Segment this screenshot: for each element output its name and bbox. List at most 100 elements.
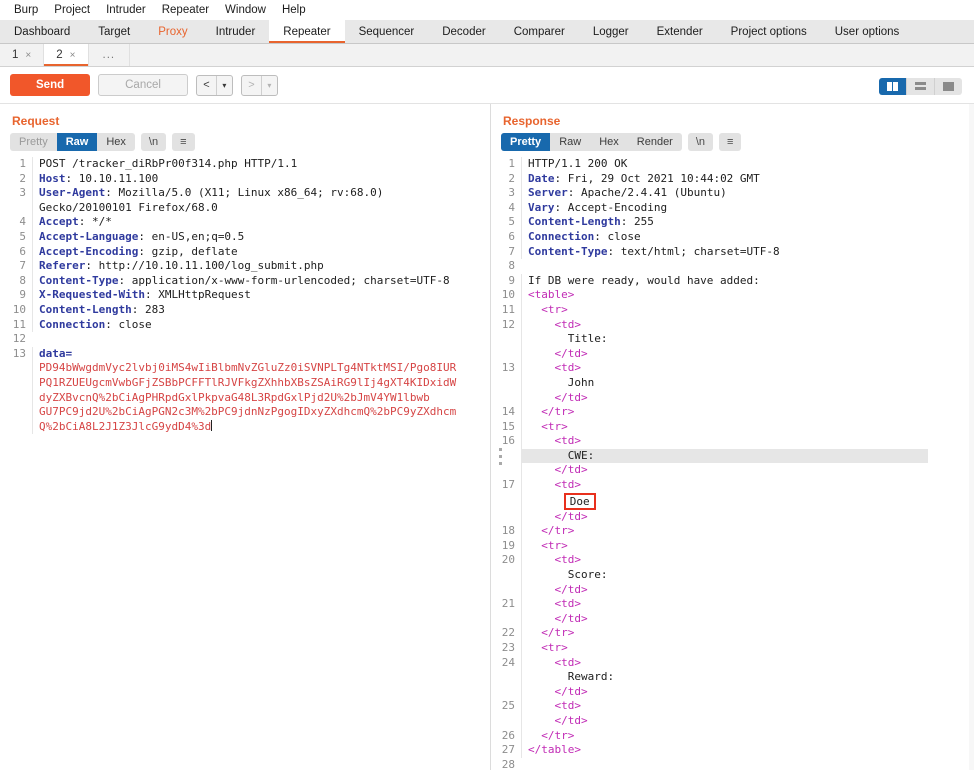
line-content: Gecko/20100101 Firefox/68.0 <box>32 200 490 216</box>
tab-logger[interactable]: Logger <box>579 20 643 43</box>
code-line: 18 </tr> <box>491 524 974 539</box>
request-format-pretty[interactable]: Pretty <box>10 133 57 151</box>
line-number: 24 <box>501 655 515 669</box>
go-back-button[interactable]: < ▾ <box>195 74 233 96</box>
line-content: Connection: close <box>32 317 490 333</box>
line-content: Host: 10.10.11.100 <box>32 171 490 187</box>
request-menu-button[interactable]: ≡ <box>172 133 195 151</box>
code-token: </td> <box>554 582 588 596</box>
line-content: <tr> <box>521 419 974 435</box>
response-newline-button[interactable]: \n <box>687 133 714 151</box>
line-number: 6 <box>508 229 515 243</box>
code-token: <td> <box>554 478 582 492</box>
side-by-side-icon[interactable] <box>879 78 907 95</box>
line-number: 1 <box>508 157 515 170</box>
response-editor[interactable]: 1 HTTP/1.1 200 OK 2 Date: Fri, 29 Oct 2021 … <box>491 157 974 770</box>
menu-item-intruder[interactable]: Intruder <box>98 2 154 18</box>
menu-item-burp[interactable]: Burp <box>6 2 46 18</box>
tab-sequencer[interactable]: Sequencer <box>345 20 429 43</box>
line-number: 9 <box>19 288 26 302</box>
code-line: </td> <box>491 611 974 627</box>
request-response-split: Request Pretty Raw Hex \n ≡ 1 POST /tracker… <box>0 78 974 770</box>
code-line: 15 <tr> <box>491 419 974 435</box>
stacked-icon[interactable] <box>907 78 935 95</box>
response-format-render[interactable]: Render <box>628 133 682 151</box>
repeater-tab-label: 2 <box>56 49 63 61</box>
repeater-tab-2[interactable]: 2 × <box>44 44 89 66</box>
request-format-hex[interactable]: Hex <box>97 133 135 151</box>
response-format-hex[interactable]: Hex <box>590 133 628 151</box>
code-token: </td> <box>554 463 588 477</box>
code-token: </td> <box>554 713 588 727</box>
code-token: <tr> <box>541 419 568 433</box>
line-content: </tr> <box>521 405 974 420</box>
tab-extender[interactable]: Extender <box>643 20 717 43</box>
code-line: 5 Accept-Language: en-US,en;q=0.5 <box>0 229 490 245</box>
line-content: </td> <box>521 582 974 598</box>
single-icon[interactable] <box>935 78 962 95</box>
code-token: Date <box>528 171 555 185</box>
code-line: Title: <box>491 332 974 347</box>
line-content: Server: Apache/2.4.41 (Ubuntu) <box>521 186 974 201</box>
send-button[interactable]: Send <box>10 74 91 96</box>
line-number: 20 <box>501 553 515 567</box>
menu-item-repeater[interactable]: Repeater <box>154 2 217 18</box>
code-token: Server <box>528 186 568 200</box>
line-content: <tr> <box>521 641 974 656</box>
code-token: data= <box>39 346 73 360</box>
code-token: <tr> <box>541 641 568 654</box>
line-content: Referer: http://10.10.11.100/log_submit.… <box>32 259 490 274</box>
line-content: POST /tracker_diRbPr00f314.php HTTP/1.1 <box>32 157 490 172</box>
code-line: 22 </tr> <box>491 626 974 641</box>
line-number: 9 <box>508 273 515 287</box>
close-icon[interactable]: × <box>25 50 31 61</box>
line-content: <td> <box>521 478 974 493</box>
request-editor[interactable]: 1 POST /tracker_diRbPr00f314.php HTTP/1.1… <box>0 157 490 770</box>
tab-intruder[interactable]: Intruder <box>202 20 270 43</box>
response-title: Response <box>491 78 974 131</box>
code-token: Q%2bCiA8L2J1Z3JlcG9ydD4%3d <box>39 419 212 433</box>
chevron-left-icon: < <box>197 75 217 95</box>
menu-item-project[interactable]: Project <box>46 2 98 18</box>
code-token: User-Agent <box>39 186 106 200</box>
code-token: <td> <box>554 553 582 567</box>
line-content: </td> <box>521 346 974 362</box>
tab-decoder[interactable]: Decoder <box>428 20 499 43</box>
tab-project-options[interactable]: Project options <box>717 20 821 43</box>
response-format-raw[interactable]: Raw <box>550 133 590 151</box>
code-token: : Apache/2.4.41 (Ubuntu) <box>567 186 727 200</box>
tab-dashboard[interactable]: Dashboard <box>0 20 84 43</box>
line-number: 2 <box>19 171 26 185</box>
cancel-button[interactable]: Cancel <box>98 74 188 96</box>
code-token: Content-Type <box>528 244 608 258</box>
menu-item-help[interactable]: Help <box>274 2 314 18</box>
code-line: 8 <box>491 259 974 274</box>
code-token: PQ1RZUEUgcmVwbGFjZSBbPCFFTlRJVFkgZXhhbXB… <box>39 375 457 389</box>
close-icon[interactable]: × <box>70 50 76 61</box>
code-token: Title: <box>567 332 608 346</box>
go-forward-button[interactable]: > ▾ <box>240 74 278 96</box>
response-format-pretty[interactable]: Pretty <box>501 133 551 151</box>
response-scrollbar[interactable] <box>969 104 974 770</box>
line-content: </td> <box>521 463 974 479</box>
tab-comparer[interactable]: Comparer <box>500 20 579 43</box>
menu-item-window[interactable]: Window <box>217 2 274 18</box>
line-content: Connection: close <box>521 229 974 245</box>
line-content: </td> <box>521 390 974 406</box>
tab-user-options[interactable]: User options <box>821 20 914 43</box>
repeater-tab-1[interactable]: 1 × <box>0 44 45 66</box>
chevron-right-icon: > <box>242 75 262 95</box>
repeater-action-bar: Send Cancel < ▾ > ▾ <box>0 67 974 104</box>
line-number: 28 <box>501 757 515 770</box>
request-newline-button[interactable]: \n <box>140 133 167 151</box>
code-token: Vary <box>528 200 555 214</box>
tab-repeater[interactable]: Repeater <box>269 20 345 43</box>
response-menu-button[interactable]: ≡ <box>719 133 742 151</box>
repeater-tab-add[interactable]: ... <box>89 44 131 66</box>
code-token: </tr> <box>541 626 575 640</box>
line-content: </tr> <box>521 626 974 641</box>
request-format-raw[interactable]: Raw <box>56 133 98 151</box>
tab-proxy[interactable]: Proxy <box>144 20 201 43</box>
code-token: : 255 <box>620 215 654 229</box>
tab-target[interactable]: Target <box>84 20 144 43</box>
